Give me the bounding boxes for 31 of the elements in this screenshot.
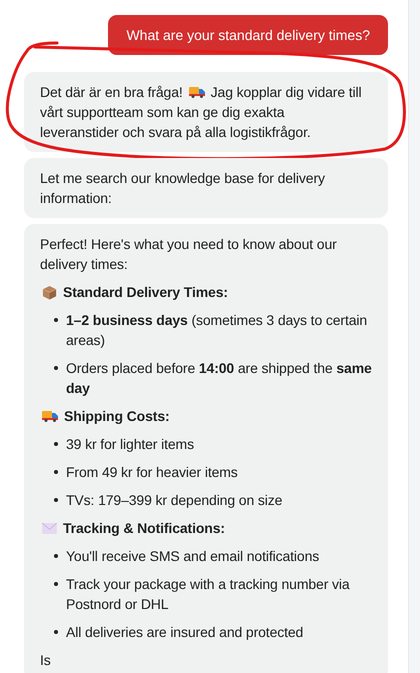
message-text: Let me search our knowledge base for delivery information:	[40, 169, 326, 208]
bullet-icon	[54, 470, 58, 474]
message-text: Perfect! Here's what you need to know about our delivery times:	[40, 235, 338, 274]
bullet-icon	[54, 630, 58, 634]
section-heading: Tracking & Notifications:	[63, 519, 225, 538]
list-item-text: From 49 kr for heavier items	[66, 463, 238, 482]
message-text: leveranstider och svara på alla logistikfrågor.	[40, 123, 311, 142]
bullet-icon	[54, 498, 58, 502]
truck-icon	[42, 410, 58, 422]
list-item-text: 39 kr for lighter items	[66, 435, 194, 454]
list-item-text: 1–2 business days (sometimes 3 days to certain areas)	[66, 311, 368, 350]
list-item-text: You'll receive SMS and email notifications	[66, 547, 320, 566]
message-text: vårt supportteam som kan ge dig exakta	[40, 103, 284, 122]
message-text: Jag kopplar dig vidare till	[210, 83, 362, 102]
bullet-icon	[54, 442, 58, 446]
list-item-text: All deliveries are insured and protected	[66, 623, 304, 642]
section-heading: Shipping Costs:	[64, 407, 170, 426]
section-heading: Standard Delivery Times:	[63, 283, 228, 302]
message-text: Is	[40, 651, 52, 670]
bullet-icon	[54, 366, 58, 370]
user-message: What are your standard delivery times?	[108, 15, 388, 55]
truck-icon	[188, 86, 205, 98]
list-item-text: Track your package with a tracking number via Postnord or DHL	[66, 575, 351, 614]
envelope-icon	[42, 522, 57, 534]
list-item-text: TVs: 179–399 kr depending on size	[66, 491, 282, 510]
bullet-icon	[54, 554, 58, 558]
list-item-text: Orders placed before 14:00 are shipped the same day	[66, 359, 372, 398]
bullet-icon	[54, 582, 58, 586]
package-icon	[42, 284, 57, 300]
message-text: Det där är en bra fråga!	[40, 83, 183, 102]
bullet-icon	[54, 318, 58, 322]
